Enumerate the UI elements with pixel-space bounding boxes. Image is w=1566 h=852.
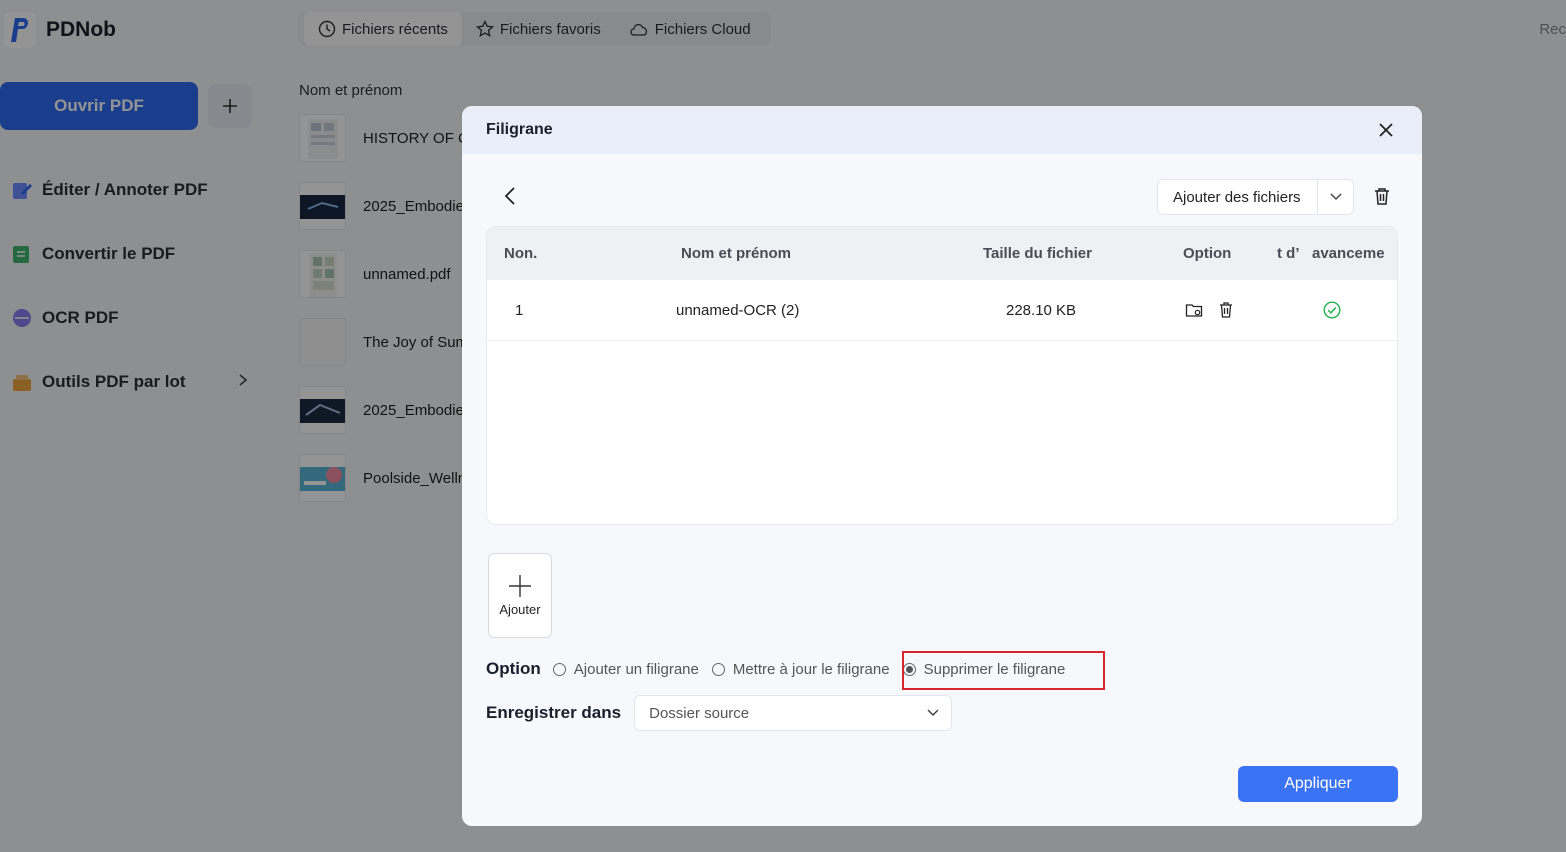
radio-button[interactable] [552,662,566,676]
success-check-icon [1323,301,1341,323]
open-folder-button[interactable] [1185,301,1203,323]
table-row[interactable]: 1 unnamed-OCR (2) 228.10 KB [487,280,1397,341]
table-header: Non. Nom et prénom Taille du fichier Opt… [487,227,1397,280]
column-header-option: Option [1183,245,1232,262]
chevron-down-icon [1329,193,1342,201]
chevron-left-icon [504,187,515,205]
column-header-size: Taille du fichier [983,245,1092,262]
column-header-progress: avanceme [1312,245,1385,262]
add-files-dropdown[interactable]: Ajouter des fichiers [1157,179,1354,215]
save-location-row: Enregistrer dans Dossier source [486,695,953,731]
dialog-title: Filigrane [486,121,553,138]
trash-icon [1220,302,1232,318]
add-files-label: Ajouter des fichiers [1173,188,1301,206]
column-header-status: t d’ [1277,245,1300,262]
dialog-header: Filigrane [462,106,1422,154]
file-table: Non. Nom et prénom Taille du fichier Opt… [486,226,1398,525]
folder-icon [1185,304,1203,317]
column-header-name: Nom et prénom [681,245,792,262]
chevron-down-icon [927,709,939,717]
row-file-size: 228.10 KB [1006,302,1077,319]
radio-button[interactable] [711,662,725,676]
radio-update-watermark[interactable]: Mettre à jour le filigrane [711,661,890,678]
save-location-select[interactable]: Dossier source [634,695,953,731]
column-header-index: Non. [504,245,538,262]
plus-icon [509,575,531,597]
back-button[interactable] [498,184,522,208]
row-file-name: unnamed-OCR (2) [676,302,800,319]
highlight-box [902,651,1105,690]
delete-row-button[interactable] [1218,301,1234,323]
save-location-label: Enregistrer dans [486,703,622,722]
add-file-tile[interactable]: Ajouter [488,553,552,638]
add-file-label: Ajouter [499,602,541,617]
radio-add-watermark[interactable]: Ajouter un filigrane [552,661,699,678]
clear-all-button[interactable] [1370,184,1394,208]
row-index: 1 [515,302,524,319]
add-files-toggle[interactable] [1317,180,1353,214]
apply-button[interactable]: Appliquer [1238,766,1398,802]
close-icon [1379,123,1393,137]
save-location-value: Dossier source [649,704,750,722]
close-button[interactable] [1374,118,1398,142]
trash-icon [1375,188,1389,205]
watermark-dialog: Filigrane Ajouter des fichiers Non. Nom … [462,106,1422,826]
option-label: Option [486,659,541,678]
